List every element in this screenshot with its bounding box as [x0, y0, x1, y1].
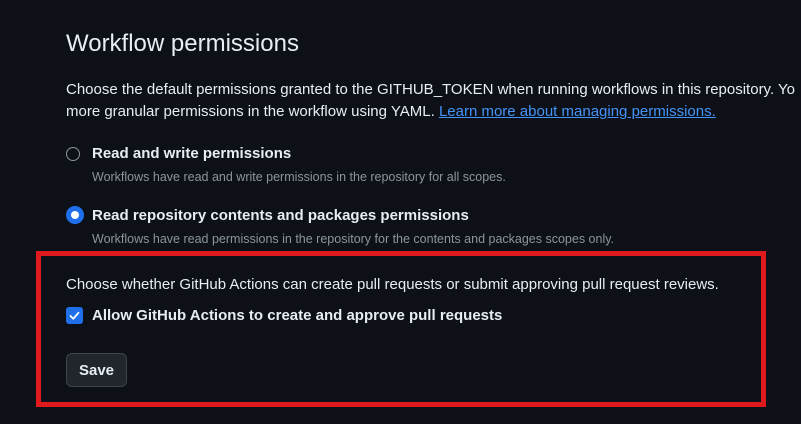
radio-note-read-write: Workflows have read and write permission… [92, 170, 506, 184]
highlight-annotation-box [36, 251, 766, 407]
section-title: Workflow permissions [66, 30, 299, 57]
radio-read-only[interactable] [66, 206, 84, 224]
description-line-2-text: more granular permissions in the workflo… [66, 103, 439, 120]
save-button[interactable]: Save [66, 353, 127, 387]
allow-actions-pr-option[interactable]: Allow GitHub Actions to create and appro… [66, 307, 502, 324]
checkmark-icon [69, 311, 80, 320]
allow-actions-pr-label: Allow GitHub Actions to create and appro… [92, 307, 503, 324]
description-line-1: Choose the default permissions granted t… [66, 81, 795, 98]
actions-description: Choose whether GitHub Actions can create… [66, 276, 719, 293]
radio-label-read-write: Read and write permissions [92, 145, 292, 162]
allow-actions-pr-checkbox[interactable] [66, 307, 83, 324]
radio-label-read-only: Read repository contents and packages pe… [92, 206, 469, 224]
section-description: Choose the default permissions granted t… [66, 79, 801, 123]
description-line-2: more granular permissions in the workflo… [66, 101, 801, 123]
radio-option-read-only[interactable]: Read repository contents and packages pe… [66, 206, 469, 224]
workflow-permissions-page: Workflow permissions Choose the default … [0, 0, 801, 424]
learn-more-link[interactable]: Learn more about managing permissions. [439, 103, 716, 120]
radio-option-read-write[interactable]: Read and write permissions [66, 145, 291, 162]
radio-note-read-only: Workflows have read permissions in the r… [92, 232, 615, 246]
radio-read-write[interactable] [66, 146, 80, 161]
